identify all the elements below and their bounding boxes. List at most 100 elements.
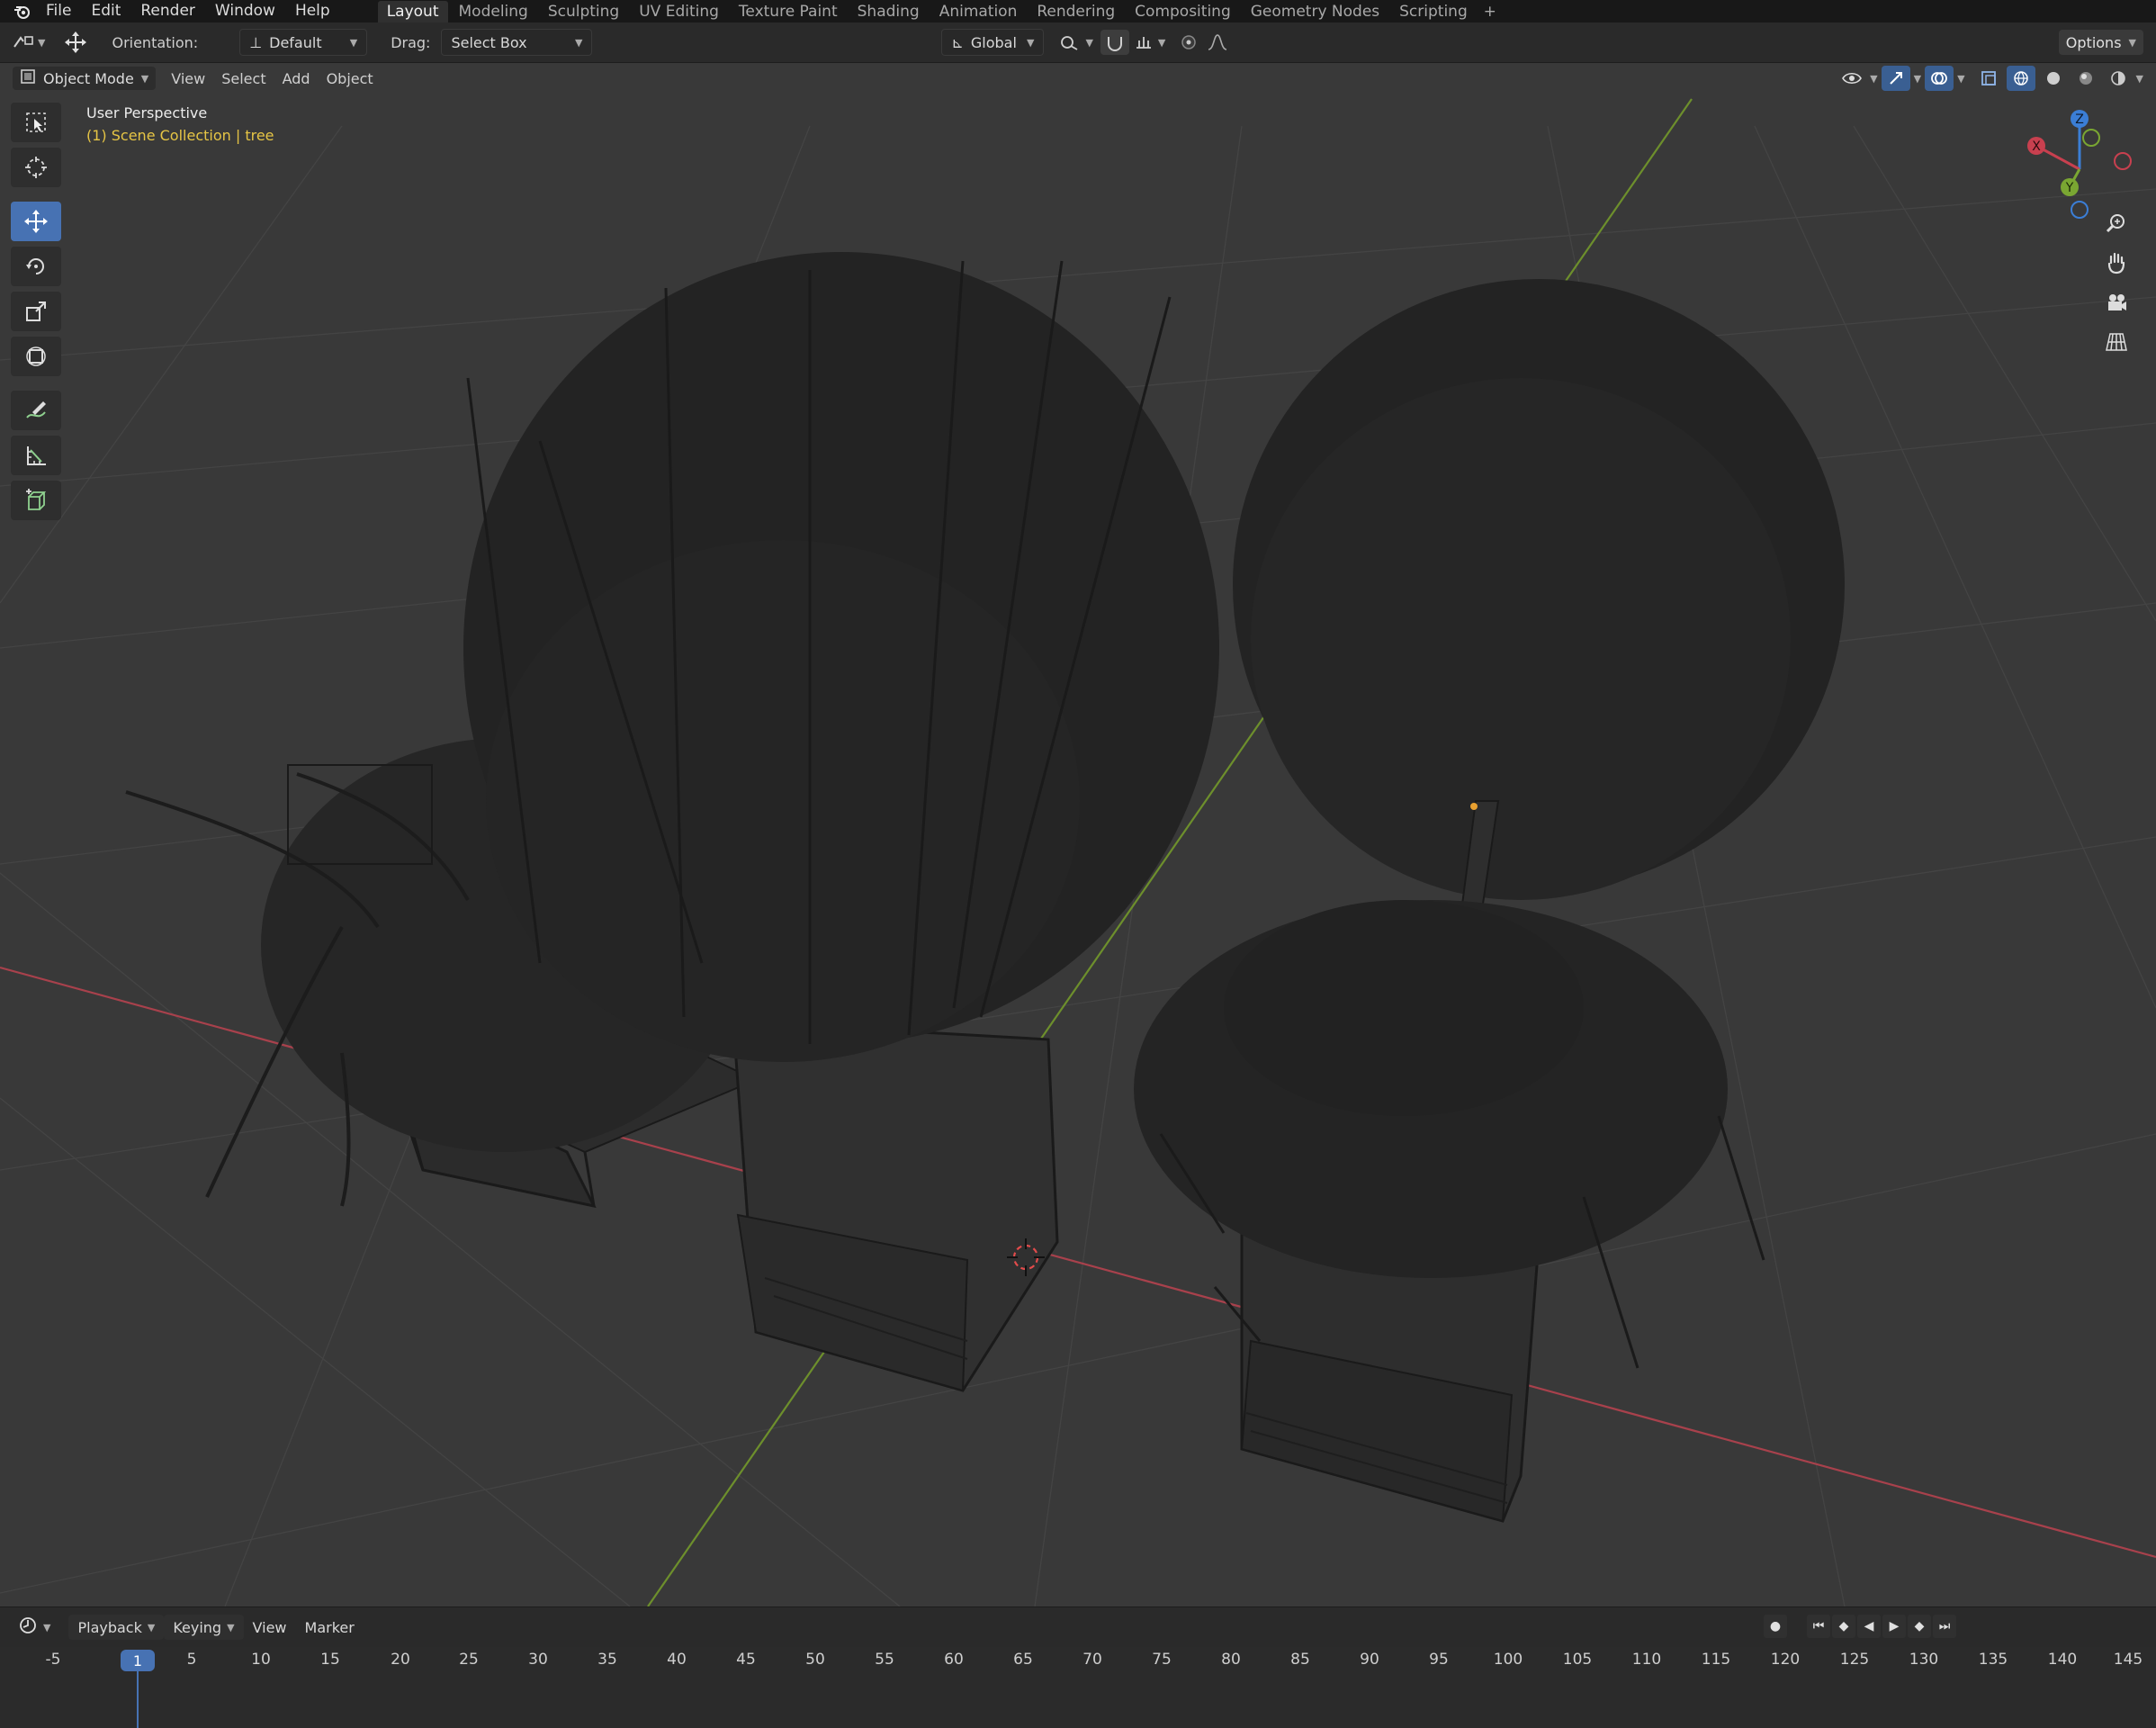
tab-scripting[interactable]: Scripting — [1390, 1, 1477, 22]
timeline-track-area[interactable] — [0, 1674, 2156, 1728]
tab-sculpting[interactable]: Sculpting — [539, 1, 628, 22]
prev-keyframe-icon[interactable]: ◆ — [1832, 1615, 1855, 1638]
jump-start-icon[interactable]: ⏮ — [1807, 1615, 1830, 1638]
falloff-icon[interactable] — [1203, 30, 1232, 55]
zoom-icon[interactable] — [2098, 205, 2134, 241]
menu-file[interactable]: File — [36, 0, 81, 22]
tab-layout[interactable]: Layout — [377, 0, 448, 22]
viewport-menu-view[interactable]: View — [163, 67, 213, 90]
frame-tick: 50 — [805, 1651, 825, 1669]
tree-object[interactable] — [1134, 279, 1845, 1523]
object-mode-icon — [20, 68, 36, 88]
gizmo-toggle-icon[interactable] — [1881, 66, 1910, 91]
transform-icon[interactable] — [11, 337, 61, 376]
playback-dropdown[interactable]: Playback ▼ — [68, 1615, 165, 1640]
viewport-menu-add[interactable]: Add — [274, 67, 319, 90]
frame-tick: 115 — [1701, 1651, 1731, 1669]
move-tool-icon[interactable] — [61, 30, 90, 55]
blender-logo-icon[interactable] — [9, 0, 36, 22]
transform-orientation-dropdown[interactable]: ⊾ Global ▼ — [941, 29, 1045, 56]
tab-compositing[interactable]: Compositing — [1126, 1, 1240, 22]
tab-texture-paint[interactable]: Texture Paint — [730, 1, 847, 22]
gizmo-neg-z-axis[interactable] — [2071, 201, 2089, 219]
play-icon[interactable]: ▶ — [1882, 1615, 1906, 1638]
tab-geometry-nodes[interactable]: Geometry Nodes — [1242, 1, 1388, 22]
grid-perspective-icon[interactable] — [2098, 324, 2134, 360]
tab-animation[interactable]: Animation — [930, 1, 1027, 22]
chevron-down-icon: ▼ — [349, 36, 358, 49]
menu-window[interactable]: Window — [205, 0, 285, 22]
gizmo-neg-x-axis[interactable] — [2114, 152, 2132, 170]
xray-toggle-icon[interactable] — [1974, 66, 2003, 91]
menu-help[interactable]: Help — [285, 0, 340, 22]
rotate-icon[interactable] — [11, 247, 61, 286]
add-cube-icon[interactable] — [11, 481, 61, 520]
gizmo-neg-y-axis[interactable] — [2082, 129, 2100, 147]
chevron-down-icon: ▼ — [2135, 72, 2143, 85]
tab-uv-editing[interactable]: UV Editing — [630, 1, 728, 22]
play-reverse-icon[interactable]: ◀ — [1857, 1615, 1881, 1638]
timeline-menu-view[interactable]: View — [244, 1615, 296, 1640]
editor-type-icon[interactable] — [9, 30, 38, 55]
viewport-menu-select[interactable]: Select — [213, 67, 274, 90]
camera-view-icon[interactable] — [2098, 284, 2134, 320]
measure-icon[interactable] — [11, 436, 61, 475]
tab-modeling[interactable]: Modeling — [450, 1, 537, 22]
3d-viewport[interactable]: Object Mode ▼ View Select Add Object ▼ ▼… — [0, 63, 2156, 1606]
annotate-icon[interactable] — [11, 391, 61, 430]
solid-shading-icon[interactable] — [2039, 66, 2068, 91]
frame-tick: 20 — [391, 1651, 410, 1669]
snap-target-icon[interactable] — [1129, 30, 1158, 55]
gizmo-z-label: Z — [2075, 112, 2084, 127]
snap-icon[interactable] — [1100, 30, 1129, 55]
pan-hand-icon[interactable] — [2098, 245, 2134, 281]
viewport-menu-object[interactable]: Object — [319, 67, 382, 90]
overlays-toggle-icon[interactable] — [1925, 66, 1954, 91]
object-mode-dropdown[interactable]: Object Mode ▼ — [13, 67, 157, 90]
visibility-eye-icon[interactable] — [1837, 66, 1866, 91]
chevron-down-icon: ▼ — [140, 72, 149, 85]
pivot-point-icon[interactable] — [1056, 30, 1085, 55]
options-label: Options — [2065, 33, 2122, 51]
select-box-icon[interactable] — [11, 103, 61, 142]
chevron-down-icon: ▼ — [1026, 36, 1035, 49]
add-workspace-button[interactable]: + — [1477, 1, 1504, 22]
frame-tick: 55 — [875, 1651, 894, 1669]
viewport-scene[interactable] — [0, 63, 2156, 1606]
orientation-dropdown[interactable]: ⊥ Default ▼ — [239, 29, 368, 56]
frame-tick: 30 — [528, 1651, 548, 1669]
menu-edit[interactable]: Edit — [81, 0, 130, 22]
drag-dropdown[interactable]: Select Box ▼ — [441, 29, 593, 56]
options-dropdown[interactable]: Options ▼ — [2058, 30, 2143, 55]
clock-icon — [18, 1616, 38, 1639]
scale-icon[interactable] — [11, 292, 61, 331]
frame-tick: 110 — [1631, 1651, 1662, 1669]
keying-dropdown[interactable]: Keying ▼ — [164, 1615, 244, 1640]
cursor-icon[interactable] — [11, 148, 61, 187]
tab-rendering[interactable]: Rendering — [1028, 1, 1124, 22]
wireframe-shading-icon[interactable] — [2006, 66, 2035, 91]
frame-tick: 85 — [1290, 1651, 1310, 1669]
frame-tick: 130 — [1909, 1651, 1939, 1669]
record-icon[interactable]: ● — [1764, 1615, 1787, 1638]
current-frame-indicator[interactable]: 1 — [121, 1650, 155, 1671]
jump-end-icon[interactable]: ⏭ — [1933, 1615, 1956, 1638]
rendered-shading-icon[interactable] — [2104, 66, 2133, 91]
proportional-edit-icon[interactable] — [1174, 30, 1203, 55]
tab-shading[interactable]: Shading — [849, 1, 929, 22]
timeline-editor-type[interactable]: ▼ — [9, 1615, 59, 1640]
viewport-header-right: ▼ ▼ ▼ ▼ — [1837, 66, 2143, 91]
playhead-line[interactable] — [137, 1670, 139, 1728]
viewport-navigation-tools — [2098, 205, 2140, 364]
feather-plant-object[interactable] — [463, 252, 1219, 1392]
frame-tick: 40 — [667, 1651, 687, 1669]
next-keyframe-icon[interactable]: ◆ — [1908, 1615, 1931, 1638]
frame-tick: 25 — [459, 1651, 479, 1669]
frame-tick: 135 — [1978, 1651, 2008, 1669]
material-shading-icon[interactable] — [2071, 66, 2100, 91]
move-icon[interactable] — [11, 202, 61, 241]
timeline-menu-marker[interactable]: Marker — [296, 1615, 364, 1640]
menu-render[interactable]: Render — [130, 0, 205, 22]
playback-controls: ● ⏮ ◆ ◀ ▶ ◆ ⏭ — [1764, 1615, 1956, 1638]
timeline-ruler[interactable]: -5 5 10 15 20 25 30 35 40 45 50 55 60 65… — [0, 1647, 2156, 1674]
